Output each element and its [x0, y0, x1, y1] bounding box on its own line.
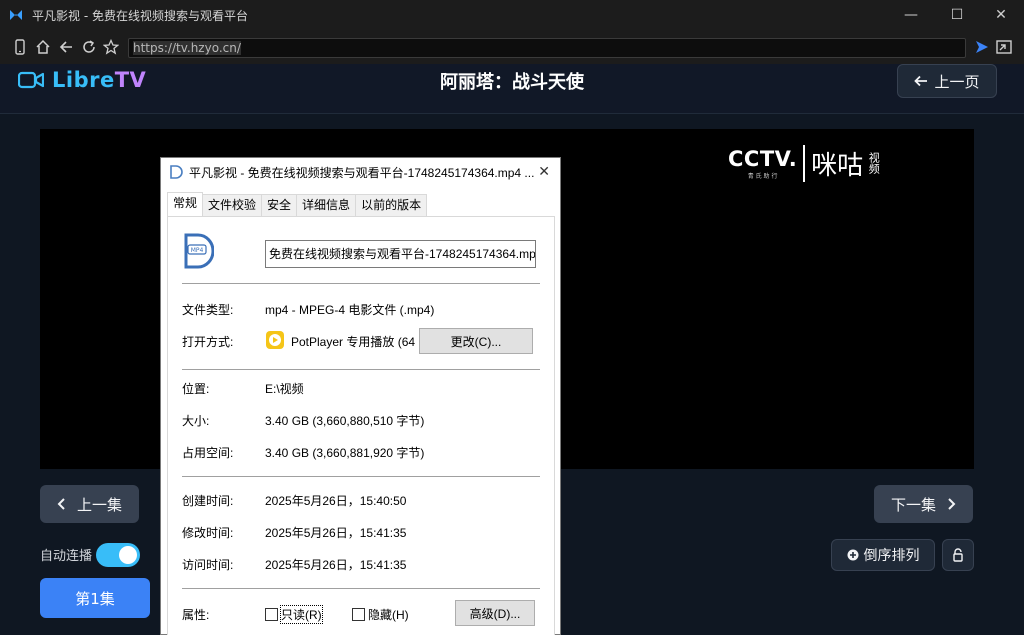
- file-type-label: 文件类型:: [182, 303, 234, 317]
- chevron-right-icon: [948, 498, 956, 510]
- autoplay-toggle[interactable]: [96, 543, 140, 567]
- open-with-label: 打开方式:: [182, 335, 234, 349]
- attributes-label: 属性:: [182, 608, 210, 622]
- address-input-text: https://tv.hzyo.cn/: [133, 41, 241, 55]
- accessed-label: 访问时间:: [182, 558, 234, 572]
- reverse-sort-button[interactable]: 倒序排列: [831, 539, 935, 571]
- refresh-icon[interactable]: [78, 36, 100, 58]
- star-icon[interactable]: [100, 36, 122, 58]
- size-value: 3.40 GB (3,660,880,510 字节): [265, 414, 425, 428]
- window-titlebar: 平凡影视 - 免费在线视频搜索与观看平台 — ☐ ✕: [0, 0, 1024, 30]
- accessed-value: 2025年5月26日，15:41:35: [265, 558, 407, 572]
- readonly-checkbox[interactable]: 只读(R): [265, 605, 323, 624]
- pip-icon[interactable]: [994, 37, 1014, 57]
- autoplay-label: 自动连播: [40, 549, 93, 564]
- divider: [182, 369, 540, 370]
- watermark-shipin: 视频: [867, 152, 881, 174]
- readonly-checkbox-box[interactable]: [265, 608, 278, 621]
- close-button[interactable]: ✕: [978, 0, 1024, 30]
- minimize-button[interactable]: —: [888, 0, 934, 30]
- created-value: 2025年5月26日，15:40:50: [265, 494, 407, 508]
- previous-episode-label: 上一集: [76, 495, 122, 514]
- advanced-button[interactable]: 高级(D)...: [455, 600, 535, 626]
- mobile-view-icon[interactable]: [9, 36, 31, 58]
- browser-toolbar: https://tv.hzyo.cn/: [0, 30, 1024, 64]
- cast-icon[interactable]: [972, 37, 992, 57]
- mp4-badge-text: MP4: [191, 247, 204, 254]
- hidden-checkbox[interactable]: 隐藏(H): [352, 606, 409, 623]
- hidden-checkbox-label: 隐藏(H): [368, 608, 409, 622]
- location-label: 位置:: [182, 382, 210, 396]
- potplayer-icon: [266, 331, 284, 349]
- lock-icon: [953, 548, 963, 562]
- readonly-checkbox-label: 只读(R): [280, 605, 323, 624]
- reverse-sort-label: 倒序排列: [863, 548, 920, 564]
- divider: [182, 588, 540, 589]
- created-label: 创建时间:: [182, 494, 234, 508]
- file-properties-dialog: 平凡影视 - 免费在线视频搜索与观看平台-1748245174364.mp4 .…: [160, 157, 561, 635]
- dialog-title: 平凡影视 - 免费在线视频搜索与观看平台-1748245174364.mp4 .…: [189, 165, 535, 180]
- tab-details[interactable]: 详细信息: [296, 194, 357, 216]
- back-page-button[interactable]: 上一页: [897, 64, 997, 98]
- next-episode-label: 下一集: [890, 495, 936, 514]
- app-header: LibreTV 阿丽塔：战斗天使 上一页: [0, 64, 1024, 114]
- next-episode-button[interactable]: 下一集: [874, 485, 973, 523]
- plus-circle-icon: [847, 549, 858, 561]
- size-label: 大小:: [182, 414, 210, 428]
- home-icon[interactable]: [32, 36, 54, 58]
- modified-value: 2025年5月26日，15:41:35: [265, 526, 407, 540]
- maximize-button[interactable]: ☐: [934, 0, 980, 30]
- back-page-label: 上一页: [934, 72, 980, 91]
- watermark-cctv-sub: 青 氏 助 行: [747, 172, 778, 180]
- disk-size-label: 占用空间:: [182, 446, 234, 460]
- hidden-checkbox-box[interactable]: [352, 608, 365, 621]
- dialog-titlebar: 平凡影视 - 免费在线视频搜索与观看平台-1748245174364.mp4 .…: [161, 158, 560, 186]
- back-arrow-icon[interactable]: [55, 36, 77, 58]
- file-icon: [170, 165, 183, 179]
- tab-file-hash[interactable]: 文件校验: [202, 194, 263, 216]
- app-logo-icon: [10, 10, 22, 20]
- location-value: E:\视频: [265, 382, 304, 396]
- dialog-tabs: 常规 文件校验 安全 详细信息 以前的版本: [167, 192, 428, 216]
- watermark-migu: 咪咕: [803, 144, 863, 182]
- mp4-file-icon: MP4: [184, 233, 214, 269]
- filename-input[interactable]: 免费在线视频搜索与观看平台-1748245174364.mp4: [265, 240, 536, 268]
- broadcaster-watermark: CCTV. 青 氏 助 行 咪咕 视频: [728, 144, 881, 182]
- address-input[interactable]: https://tv.hzyo.cn/: [128, 38, 966, 58]
- window-title: 平凡影视 - 免费在线视频搜索与观看平台: [32, 8, 248, 23]
- open-with-value: PotPlayer 专用播放 (64: [291, 335, 416, 349]
- file-type-value: mp4 - MPEG-4 电影文件 (.mp4): [265, 303, 435, 317]
- dialog-close-button[interactable]: ✕: [538, 163, 550, 180]
- tab-security[interactable]: 安全: [261, 194, 298, 216]
- chevron-left-icon: [57, 498, 65, 510]
- disk-size-value: 3.40 GB (3,660,881,920 字节): [265, 446, 425, 460]
- arrow-left-icon: [914, 75, 928, 87]
- change-app-button[interactable]: 更改(C)...: [419, 328, 533, 354]
- toggle-knob: [119, 546, 137, 564]
- watermark-cctv: CCTV.: [728, 146, 798, 171]
- divider: [182, 476, 540, 477]
- previous-episode-button[interactable]: 上一集: [40, 485, 139, 523]
- lock-button[interactable]: [942, 539, 974, 571]
- divider: [182, 283, 540, 284]
- page-title: 阿丽塔：战斗天使: [440, 72, 584, 93]
- modified-label: 修改时间:: [182, 526, 234, 540]
- episode-1-button[interactable]: 第1集: [40, 578, 150, 618]
- general-tab-panel: MP4 免费在线视频搜索与观看平台-1748245174364.mp4 文件类型…: [167, 216, 555, 635]
- tab-previous-versions[interactable]: 以前的版本: [355, 194, 428, 216]
- tab-general[interactable]: 常规: [167, 192, 204, 216]
